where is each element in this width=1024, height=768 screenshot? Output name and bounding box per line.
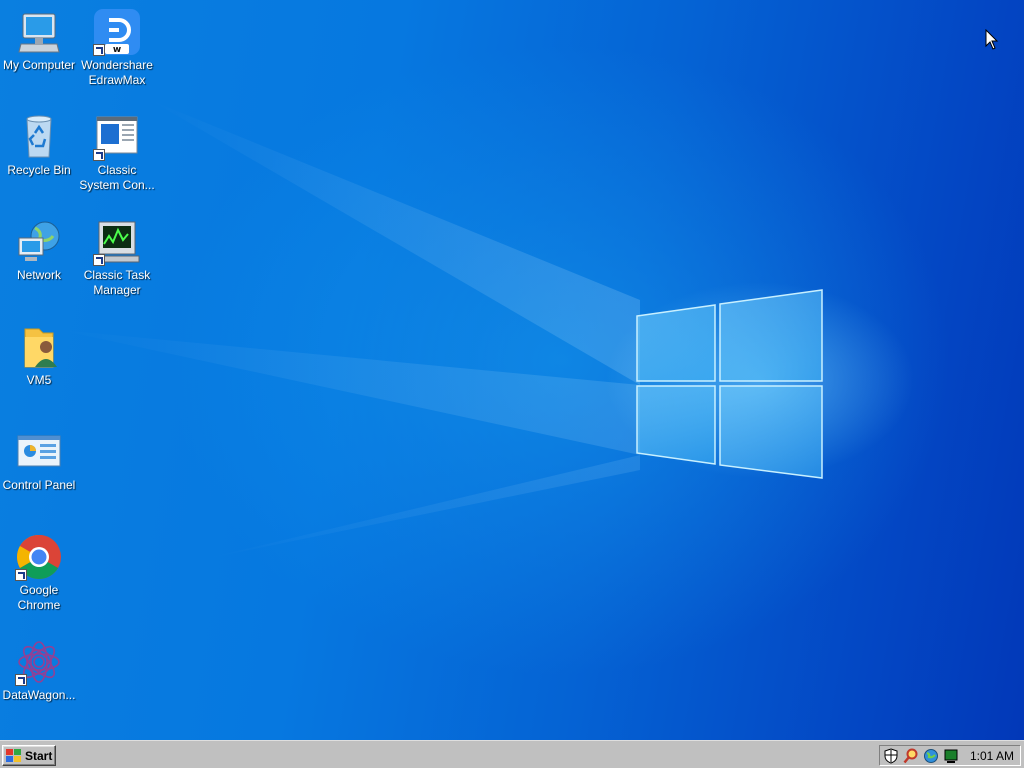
desktop-icon-label: DataWagon... — [2, 688, 76, 702]
start-label: Start — [25, 748, 53, 763]
desktop-icon-label: My Computer — [2, 58, 76, 72]
windows-logo-wallpaper — [60, 100, 823, 560]
monitor-icon[interactable] — [943, 748, 959, 764]
desktop-icon-label: Wondershare EdrawMax — [81, 58, 153, 87]
desktop-icon-label: Google Chrome — [17, 583, 61, 612]
computer-icon — [15, 8, 63, 56]
taskbar: Start 1:01 AM — [0, 740, 1024, 768]
svg-text:w: w — [113, 45, 121, 55]
desktop-icon-classic-system-control[interactable]: Classic System Con... — [78, 113, 156, 193]
clock[interactable]: 1:01 AM — [970, 749, 1014, 763]
desktop-icon-edrawmax[interactable]: w Wondershare EdrawMax — [78, 8, 156, 88]
desktop[interactable]: My Computer w Wondershare EdrawMax Recyc… — [0, 0, 1024, 740]
start-button[interactable]: Start — [2, 745, 56, 766]
system-control-icon — [93, 113, 141, 161]
recycle-bin-icon — [15, 113, 63, 161]
windows-flag-icon — [6, 748, 21, 762]
user-folder-icon — [15, 323, 63, 371]
chrome-icon — [15, 533, 63, 581]
edrawmax-icon: w — [93, 8, 141, 56]
desktop-icon-label: Classic Task Manager — [83, 268, 151, 297]
shortcut-arrow-icon — [93, 254, 105, 266]
task-manager-icon — [93, 218, 141, 266]
mouse-pointer-icon — [985, 29, 999, 50]
security-shield-icon[interactable] — [883, 748, 899, 764]
control-panel-icon — [15, 428, 63, 476]
network-icon — [15, 218, 63, 266]
shortcut-arrow-icon — [93, 44, 105, 56]
network-globe-icon[interactable] — [923, 748, 939, 764]
desktop-icon-label: VM5 — [26, 373, 52, 387]
desktop-icon-my-computer[interactable]: My Computer — [0, 8, 78, 73]
shortcut-arrow-icon — [15, 569, 27, 581]
shortcut-arrow-icon — [15, 674, 27, 686]
desktop-icon-control-panel[interactable]: Control Panel — [0, 428, 78, 493]
system-tray: 1:01 AM — [879, 745, 1021, 766]
desktop-icon-network[interactable]: Network — [0, 218, 78, 283]
datawagon-icon — [15, 638, 63, 686]
desktop-icon-label: Classic System Con... — [79, 163, 155, 192]
desktop-icon-google-chrome[interactable]: Google Chrome — [0, 533, 78, 613]
search-magnifier-icon[interactable] — [903, 748, 919, 764]
desktop-icon-label: Recycle Bin — [7, 163, 71, 177]
desktop-icon-label: Network — [16, 268, 61, 282]
desktop-icon-label: Control Panel — [2, 478, 76, 492]
desktop-icon-recycle-bin[interactable]: Recycle Bin — [0, 113, 78, 178]
desktop-icon-datawagon[interactable]: DataWagon... — [0, 638, 78, 703]
shortcut-arrow-icon — [93, 149, 105, 161]
desktop-icon-vm5[interactable]: VM5 — [0, 323, 78, 388]
desktop-icon-classic-task-manager[interactable]: Classic Task Manager — [78, 218, 156, 298]
